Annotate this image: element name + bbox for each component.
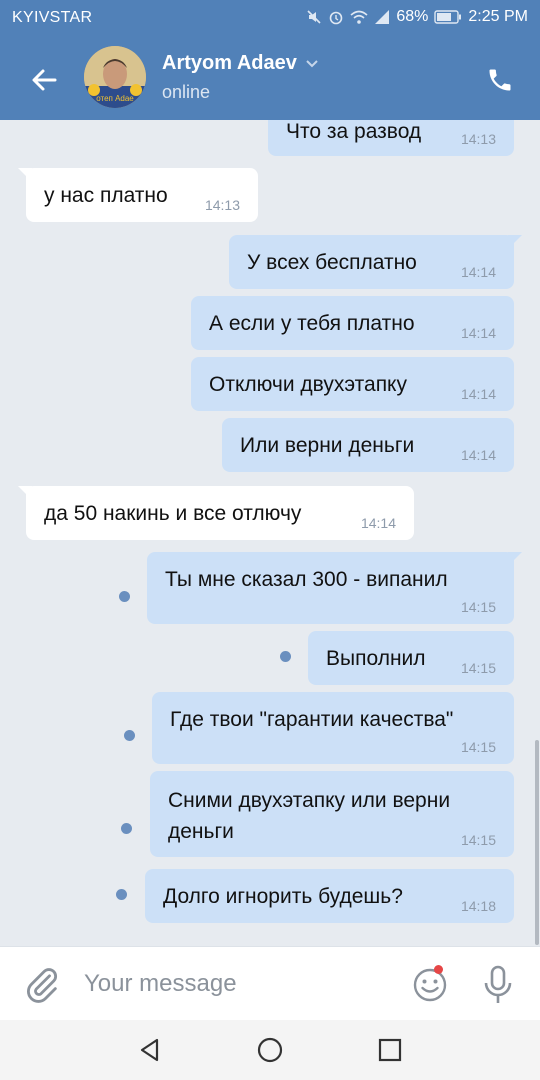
contact-name[interactable]: Artyom Adaev — [162, 52, 319, 75]
bubble-tail — [508, 552, 522, 566]
nav-back-button[interactable] — [134, 1034, 166, 1066]
emoji-button[interactable] — [410, 965, 450, 1005]
message-time: 14:14 — [460, 447, 496, 463]
message-bubble-outgoing[interactable]: У всех бесплатно 14:14 — [229, 235, 522, 289]
unread-dot — [116, 889, 127, 900]
call-button[interactable] — [482, 62, 518, 98]
message-text: да 50 накинь и все отлючу — [44, 502, 302, 525]
alarm-icon — [328, 9, 344, 25]
message-time: 14:15 — [460, 739, 496, 755]
unread-dot — [280, 651, 291, 662]
message-text: Отключи двухэтапку — [209, 373, 407, 396]
message-time: 14:15 — [460, 599, 496, 615]
chat-header: KYIVSTAR 68% 2:25 PM отеп Adae Artyom Ad… — [0, 0, 540, 120]
unread-dot — [121, 823, 132, 834]
message-bubble-outgoing[interactable]: А если у тебя платно 14:14 — [191, 296, 514, 350]
message-bubble-outgoing[interactable]: Выполнил 14:15 — [308, 631, 514, 685]
nav-home-button[interactable] — [254, 1034, 286, 1066]
message-text: Долго игнорить будешь? — [163, 885, 403, 908]
message-text: У всех бесплатно — [247, 251, 417, 274]
battery-icon — [434, 10, 462, 24]
message-time: 14:14 — [460, 386, 496, 402]
attach-button[interactable] — [22, 965, 62, 1005]
message-text: Выполнил — [326, 647, 426, 670]
message-bubble-outgoing[interactable]: Долго игнорить будешь? 14:18 — [145, 869, 514, 923]
voice-record-button[interactable] — [480, 963, 516, 1007]
back-button[interactable] — [22, 58, 66, 102]
message-text: Или верни деньги — [240, 434, 415, 457]
battery-percent: 68% — [396, 8, 429, 25]
notification-dot — [434, 965, 443, 974]
message-time: 14:14 — [360, 515, 396, 531]
nav-back-icon — [140, 1038, 159, 1062]
message-text: А если у тебя платно — [209, 312, 415, 335]
message-bubble-outgoing[interactable]: Сними двухэтапку или верни деньги 14:15 — [150, 771, 514, 857]
message-bubble-incoming[interactable]: да 50 накинь и все отлючу 14:14 — [18, 486, 414, 540]
signal-icon — [374, 10, 390, 24]
nav-recents-icon — [378, 1038, 402, 1062]
unread-dot — [119, 591, 130, 602]
message-text: Ты мне сказал 300 - випанил — [165, 568, 448, 591]
smiley-icon — [413, 968, 447, 1002]
message-time: 14:14 — [460, 325, 496, 341]
avatar-caption: отеп Adae — [96, 94, 134, 103]
message-time: 14:15 — [460, 660, 496, 676]
status-bar: KYIVSTAR 68% 2:25 PM — [0, 0, 540, 36]
mute-icon — [306, 9, 322, 25]
chat-scrollbar[interactable] — [535, 740, 539, 945]
message-time: 14:13 — [204, 197, 240, 213]
message-bubble-incoming[interactable]: у нас платно 14:13 — [18, 168, 258, 222]
message-bubble-outgoing[interactable]: Ты мне сказал 300 - випанил 14:15 — [147, 552, 522, 624]
chevron-down-icon — [306, 59, 318, 67]
avatar[interactable]: отеп Adae — [84, 46, 146, 108]
nav-recents-button[interactable] — [374, 1034, 406, 1066]
bubble-tail — [18, 486, 32, 500]
message-text: Сними двухэтапку или верни деньги — [168, 789, 451, 843]
wifi-icon — [350, 9, 368, 25]
clock-time: 2:25 PM — [468, 8, 528, 25]
message-bubble-outgoing[interactable]: Отключи двухэтапку 14:14 — [191, 357, 514, 411]
contact-name-text: Artyom Adaev — [162, 52, 297, 74]
microphone-icon — [484, 965, 512, 1003]
contact-status: online — [162, 82, 211, 102]
message-bubble-outgoing[interactable]: Или верни деньги 14:14 — [222, 418, 514, 472]
bubble-tail — [18, 168, 32, 182]
message-time: 14:15 — [460, 832, 496, 848]
message-text: Что за развод — [286, 120, 422, 143]
system-nav-bar — [0, 1020, 540, 1080]
message-text: у нас платно — [44, 184, 168, 207]
status-icons: 68% 2:25 PM — [306, 8, 528, 26]
carrier-name: KYIVSTAR — [12, 9, 93, 26]
paperclip-icon — [26, 968, 57, 1003]
message-text: Где твои "гарантии качества" — [170, 708, 454, 731]
message-time: 14:18 — [460, 898, 496, 914]
back-arrow-icon — [32, 69, 57, 91]
nav-home-icon — [257, 1037, 283, 1063]
message-time: 14:14 — [460, 264, 496, 280]
unread-dot — [124, 730, 135, 741]
message-input[interactable] — [84, 963, 384, 1005]
message-bubble-outgoing[interactable]: Где твои "гарантии качества" 14:15 — [152, 692, 514, 764]
phone-icon — [489, 69, 511, 91]
bubble-tail — [508, 235, 522, 249]
message-composer — [0, 946, 540, 1020]
message-time: 14:13 — [460, 131, 496, 147]
